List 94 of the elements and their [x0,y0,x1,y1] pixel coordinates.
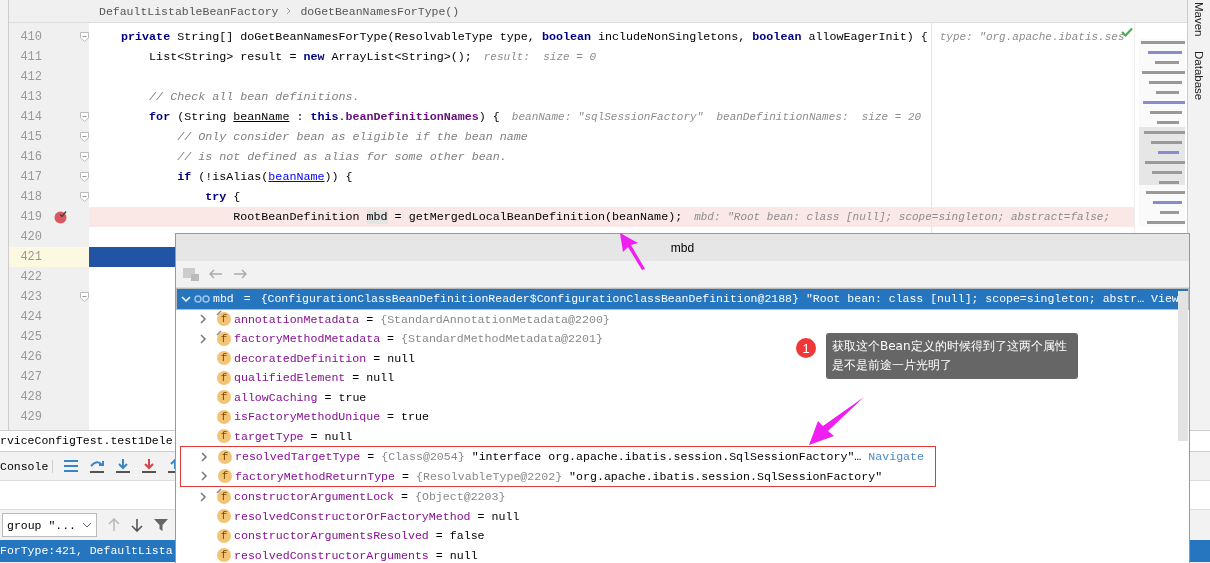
field-icon: f [217,370,231,385]
step-into-icon[interactable] [115,459,132,473]
line-number: 422 [19,270,42,284]
annotation-tooltip: 获取这个Bean定义的时候得到了这两个属性是不是前途一片光明了 [826,333,1078,379]
field-icon: f [217,312,231,327]
fold-icon[interactable] [80,152,89,162]
tree-row[interactable]: f resolvedConstructorArguments = null [176,545,484,563]
line-number: 420 [19,230,42,244]
code-line: for (String beanName : this.beanDefinitionNames) { [148,110,500,124]
inline-hint: result: size = 0 [483,51,596,63]
filter-icon[interactable] [154,518,168,532]
breadcrumb-item[interactable]: DefaultListableBeanFactory [99,4,279,18]
field-icon: f [218,449,232,464]
inline-hint: mbd: "Root bean: class [null]; scope=singleton; abstract=false; [694,211,1111,223]
menu-icon[interactable] [63,459,80,473]
line-number: 414 [19,110,42,124]
down-arrow-icon[interactable] [131,518,143,532]
breakpoint-icon[interactable] [54,210,68,224]
tree-row[interactable]: f factoryMethodReturnType = {ResolvableType@2202} "org.apache.ibatis.session.SqlSessionFactory" [181,466,889,486]
field-icon: f [217,509,231,524]
fold-icon[interactable] [80,132,89,142]
tree-row[interactable]: f allowCaching = true [176,387,373,407]
navigate-link[interactable]: Navigate [868,450,924,464]
caret-icon[interactable] [181,294,191,303]
field-icon: f [217,351,231,366]
glasses-icon [194,294,210,303]
tree-row[interactable]: f targetType = null [176,426,359,446]
thread-dropdown[interactable]: group "... [2,513,97,537]
fold-icon[interactable] [80,112,89,122]
console-tab[interactable]: Console [0,459,54,473]
popup-title: mbd [176,234,1189,261]
field-icon: f [217,548,231,563]
line-number: 427 [19,370,42,384]
tool-window-tab[interactable]: Maven [1193,2,1205,37]
field-icon: f [217,409,231,424]
line-number: 410 [19,30,42,44]
breadcrumb-item[interactable]: doGetBeanNamesForType() [300,4,460,18]
caret-icon[interactable] [199,491,207,502]
tree-row[interactable]: f isFactoryMethodUnique = true [176,407,435,427]
tree-row[interactable]: f constructorArgumentLock = {Object@2203} [176,487,519,507]
fold-icon[interactable] [80,192,89,202]
line-number: 421 [19,250,42,264]
field-icon: f [218,469,232,484]
tree-row[interactable]: f resolvedTargetType = {Class@2054} "interface org.apache.ibatis.session.SqlSessionFactory"… Navigate [181,447,930,467]
inline-hint: type: "org.apache.ibatis.ses [939,31,1125,43]
line-number: 415 [19,130,42,144]
field-icon: f [217,528,231,543]
line-number: 419 [19,210,42,224]
tree-row[interactable]: f decoratedDefinition = null [176,348,421,368]
caret-icon[interactable] [200,451,208,462]
code-line: private String[] doGetBeanNamesForType(ResolvableType type, boolean includeNonSingletons, boolean allowEagerInit) { [120,30,928,44]
dropdown-caret-icon[interactable] [82,522,92,528]
fold-icon[interactable] [80,172,89,182]
line-number: 417 [19,170,42,184]
caret-icon[interactable] [199,314,207,325]
scrollbar[interactable] [1178,291,1188,441]
code-line: List<String> result = new ArrayList<String>(); [148,50,472,64]
line-number: 429 [19,410,42,424]
tree-row[interactable]: f constructorArgumentsResolved = false [176,526,491,546]
code-line: if (!isAlias(beanName)) { [176,170,353,184]
field-icon: f [217,390,231,405]
fold-icon[interactable] [80,292,89,302]
tree-row[interactable]: f resolvedConstructorOrFactoryMethod = null [176,506,526,526]
field-icon: f [217,429,231,444]
code-line: // Only consider bean as eligible if the bean name [176,130,528,144]
code-line: RootBeanDefinition mbd = getMergedLocalBeanDefinition(beanName); [232,210,683,224]
field-icon: f [217,331,231,346]
line-number: 424 [19,310,42,324]
line-number: 413 [19,90,42,104]
line-number: 425 [19,330,42,344]
step-over-icon[interactable] [89,459,106,473]
tree-row[interactable]: mbd = {ConfigurationClassBeanDefinitionReader$ConfigurationClassBeanDefinition@2188} "Root bean: class [null]; scope=singleton; abstr… View [176,288,1189,310]
tree-row[interactable]: f qualifiedElement = null [176,368,401,388]
line-number: 428 [19,390,42,404]
caret-icon[interactable] [199,333,207,344]
line-number: 423 [19,290,42,304]
code-line: // Check all bean definitions. [148,90,360,104]
fold-icon[interactable] [80,32,89,42]
field-icon: f [217,489,231,504]
line-number: 412 [19,70,42,84]
inline-hint: beanName: "sqlSessionFactory" beanDefinitionNames: size = 20 [511,111,922,123]
annotation-arrow [618,231,648,271]
tool-window-tab[interactable]: Database [1193,50,1205,100]
line-number: 416 [19,150,42,164]
tree-row[interactable]: f annotationMetadata = {StandardAnnotationMetadata@2200} [176,309,623,329]
line-number: 418 [19,190,42,204]
code-line: try { [204,190,241,204]
line-number: 411 [19,50,42,64]
tree-row[interactable]: f factoryMethodMetadata = {StandardMethodMetadata@2201} [176,329,616,349]
view-link[interactable]: View [1151,292,1179,306]
caret-icon[interactable] [200,471,208,482]
code-line: // is not defined as alias for some other bean. [176,150,507,164]
line-number: 426 [19,350,42,364]
force-step-into-icon[interactable] [141,459,158,473]
